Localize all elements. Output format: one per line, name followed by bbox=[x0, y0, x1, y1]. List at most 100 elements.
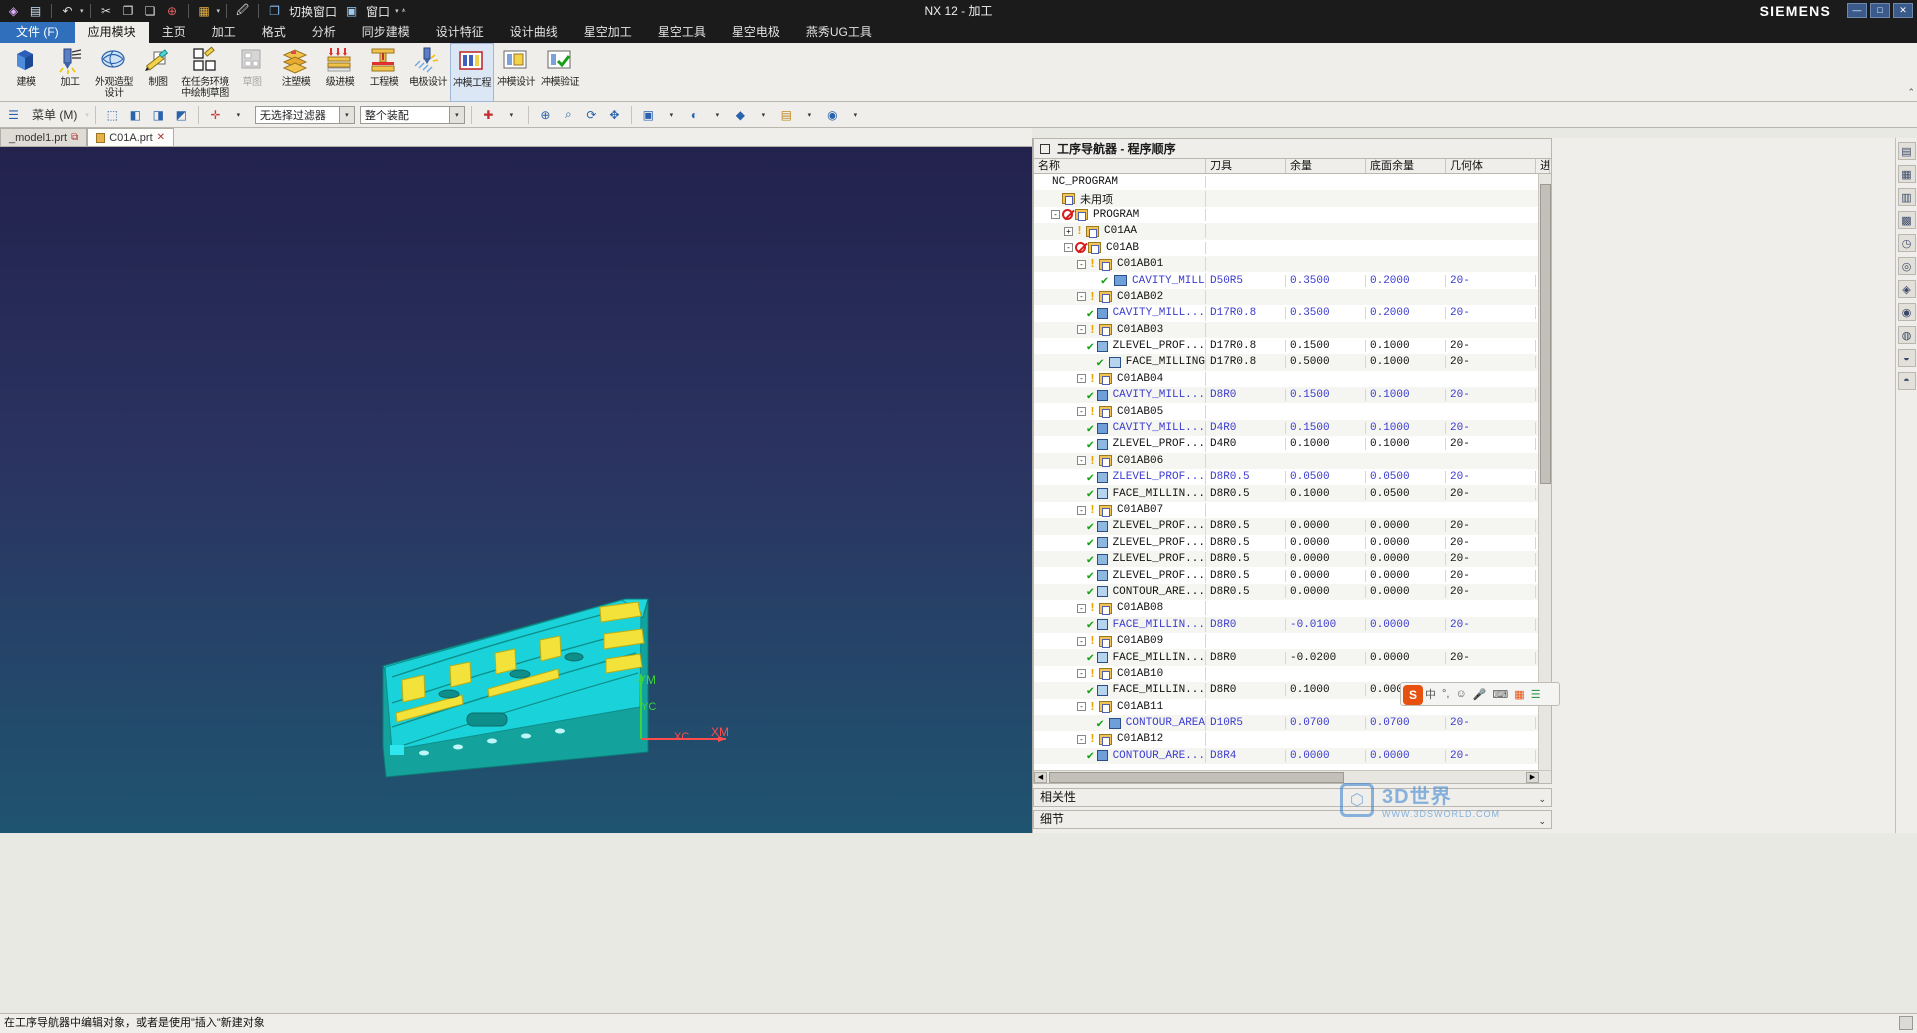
dependencies-chevron-icon[interactable]: ⌄ bbox=[1538, 791, 1546, 808]
tab-format[interactable]: 格式 bbox=[249, 22, 299, 43]
needs-regeneration-icon[interactable]: ! bbox=[1088, 700, 1097, 714]
ribbon-item-drafting[interactable]: 制图 bbox=[136, 43, 180, 102]
tree-row[interactable]: -! C01AB02 bbox=[1034, 288, 1551, 306]
ribbon-item-engineering-die[interactable]: 工程模 bbox=[362, 43, 406, 102]
operation-complete-icon[interactable]: ✔ bbox=[1087, 617, 1095, 632]
tree-row-name-cell[interactable]: +! C01AA bbox=[1034, 224, 1206, 239]
operation-complete-icon[interactable]: ✔ bbox=[1087, 339, 1095, 354]
snap-point-icon[interactable]: ✛ bbox=[205, 104, 226, 125]
needs-regeneration-icon[interactable]: ! bbox=[1075, 224, 1084, 238]
tree-row-name-cell[interactable]: -! C01AB11 bbox=[1034, 699, 1206, 714]
tree-row-name-cell[interactable]: ✔ FACE_MILLING bbox=[1034, 354, 1206, 370]
suppressed-icon[interactable] bbox=[1075, 242, 1086, 254]
tree-row-name-cell[interactable]: ✔ ZLEVEL_PROF... bbox=[1034, 551, 1206, 567]
tab-yanxiu-ug-tools[interactable]: 燕秀UG工具 bbox=[793, 22, 885, 43]
tab-design-feature[interactable]: 设计特征 bbox=[423, 22, 497, 43]
tree-row-name-cell[interactable]: -! C01AB01 bbox=[1034, 257, 1206, 272]
selection-filter-caret-icon[interactable]: ▾ bbox=[338, 106, 354, 123]
collapse-node-icon[interactable]: - bbox=[1077, 636, 1086, 646]
tree-row-name-cell[interactable]: ✔ ZLEVEL_PROF... bbox=[1034, 338, 1206, 354]
collapse-node-icon[interactable]: - bbox=[1077, 702, 1086, 712]
tree-row[interactable]: -! C01AB06 bbox=[1034, 452, 1551, 470]
switch-window-icon[interactable]: ❐ bbox=[265, 2, 284, 20]
tree-row[interactable]: ✔ CONTOUR_AREA D10R5 0.0700 0.0700 20- bbox=[1034, 714, 1551, 732]
assembly-scope-combo[interactable]: 整个装配 ▾ bbox=[359, 105, 465, 124]
tree-hscroll-thumb[interactable] bbox=[1049, 771, 1344, 783]
part-navigator-icon[interactable]: ▦ bbox=[1897, 165, 1916, 183]
menu-caret-icon[interactable]: ▾ bbox=[85, 111, 89, 119]
tree-row[interactable]: -! C01AB01 bbox=[1034, 255, 1551, 273]
rotate-icon[interactable]: ⟳ bbox=[581, 104, 602, 125]
paste-icon[interactable]: ❏ bbox=[141, 2, 160, 20]
ribbon-collapse-icon[interactable]: ⌃ bbox=[1907, 87, 1915, 98]
tree-column-headers[interactable]: 名称 刀具 余量 底面余量 几何体 进 bbox=[1034, 159, 1551, 174]
select-body-icon[interactable]: ◩ bbox=[171, 104, 192, 125]
operation-complete-icon[interactable]: ✔ bbox=[1087, 683, 1095, 698]
tree-row[interactable]: ✔ FACE_MILLIN... D8R0 -0.0200 0.0000 20- bbox=[1034, 649, 1551, 666]
command-toolbar[interactable]: ☰ 菜单 (M) ▾ ⬚ ◧ ◨ ◩ ✛ ▾ 无选择过滤器 ▾ 整个装配 ▾ ✚… bbox=[0, 102, 1917, 128]
tab-application-modules[interactable]: 应用模块 bbox=[74, 22, 149, 43]
operation-complete-icon[interactable]: ✔ bbox=[1087, 421, 1095, 436]
tree-row[interactable]: ✔ FACE_MILLING D17R0.8 0.5000 0.1000 20- bbox=[1034, 354, 1551, 371]
select-filter-icon[interactable]: ⬚ bbox=[102, 104, 123, 125]
hscroll-left-arrow-icon[interactable]: ◀ bbox=[1034, 771, 1047, 783]
tree-row[interactable]: ✔ ZLEVEL_PROF... D8R0.5 0.0500 0.0500 20- bbox=[1034, 469, 1551, 485]
shading-icon[interactable]: ◐ bbox=[684, 104, 705, 125]
collapse-node-icon[interactable]: - bbox=[1077, 407, 1086, 417]
window-caret-icon[interactable]: ▾ bbox=[395, 7, 399, 15]
close-button[interactable]: ✕ bbox=[1893, 3, 1913, 18]
tree-row-name-cell[interactable]: ✔ CAVITY_MILL bbox=[1034, 273, 1206, 289]
needs-regeneration-icon[interactable]: ! bbox=[1088, 667, 1097, 681]
operation-complete-icon[interactable]: ✔ bbox=[1087, 568, 1095, 583]
tab-design-curve[interactable]: 设计曲线 bbox=[497, 22, 571, 43]
operation-complete-icon[interactable]: ✔ bbox=[1087, 388, 1095, 403]
tree-row-name-cell[interactable]: ✔ ZLEVEL_PROF... bbox=[1034, 518, 1206, 534]
tree-row-name-cell[interactable]: NC_PROGRAM bbox=[1034, 176, 1206, 189]
zoom-icon[interactable]: ⌕ bbox=[558, 104, 579, 125]
tree-row[interactable]: -! C01AB08 bbox=[1034, 600, 1551, 616]
tab-xingkong-electrode[interactable]: 星空电极 bbox=[719, 22, 793, 43]
tree-row[interactable]: -! C01AB09 bbox=[1034, 633, 1551, 649]
needs-regeneration-icon[interactable]: ! bbox=[1088, 405, 1097, 419]
maximize-button[interactable]: □ bbox=[1870, 3, 1890, 18]
tree-row-name-cell[interactable]: ✔ CONTOUR_ARE... bbox=[1034, 748, 1206, 764]
system-materials-icon[interactable]: ◍ bbox=[1897, 326, 1916, 344]
layer-icon[interactable]: ▤ bbox=[776, 104, 797, 125]
window-icon[interactable]: ▣ bbox=[342, 2, 361, 20]
tree-row-name-cell[interactable]: -! C01AB06 bbox=[1034, 453, 1206, 468]
collapse-node-icon[interactable]: - bbox=[1077, 292, 1086, 302]
column-header-tool[interactable]: 刀具 bbox=[1206, 159, 1286, 173]
ribbon-item-electrode-design[interactable]: 电极设计 bbox=[406, 43, 450, 102]
operation-complete-icon[interactable]: ✔ bbox=[1101, 273, 1112, 288]
document-tab-bar[interactable]: _model1.prt ⧉ C01A.prt ✕ bbox=[0, 128, 1032, 147]
tree-row-name-cell[interactable]: ✔ FACE_MILLIN... bbox=[1034, 486, 1206, 502]
ribbon-item-machining[interactable]: 加工 bbox=[48, 43, 92, 102]
collapse-node-icon[interactable]: - bbox=[1077, 325, 1086, 335]
tree-row-name-cell[interactable]: -! C01AB08 bbox=[1034, 601, 1206, 616]
operation-complete-icon[interactable]: ✔ bbox=[1087, 470, 1095, 485]
window-label[interactable]: 窗口 bbox=[364, 3, 392, 20]
tree-row[interactable]: ✔ CAVITY_MILL... D17R0.8 0.3500 0.2000 20- bbox=[1034, 305, 1551, 321]
tree-row[interactable]: ✔ ZLEVEL_PROF... D17R0.8 0.1500 0.1000 20- bbox=[1034, 338, 1551, 354]
tree-row[interactable]: ✔ CAVITY_MILL... D8R0 0.1500 0.1000 20- bbox=[1034, 387, 1551, 404]
collapse-node-icon[interactable]: - bbox=[1051, 210, 1060, 220]
menu-icon[interactable]: ☰ bbox=[3, 104, 24, 125]
tree-row[interactable]: ✔ CONTOUR_ARE... D8R0.5 0.0000 0.0000 20- bbox=[1034, 583, 1551, 601]
qat-overflow-caret-icon[interactable]: ⩚ bbox=[402, 7, 406, 15]
selection-filter-combo[interactable]: 无选择过滤器 ▾ bbox=[254, 105, 355, 124]
ime-punctuation-icon[interactable]: °, bbox=[1442, 688, 1449, 700]
needs-regeneration-icon[interactable]: ! bbox=[1088, 454, 1097, 468]
operation-complete-icon[interactable]: ✔ bbox=[1087, 584, 1095, 599]
ribbon-item-shape-studio[interactable]: 外观造型设计 bbox=[92, 43, 136, 102]
tree-row[interactable]: ✔ FACE_MILLIN... D8R0.5 0.1000 0.0500 20- bbox=[1034, 485, 1551, 502]
system-scene-icon[interactable]: ◒ bbox=[1897, 349, 1916, 367]
collapse-node-icon[interactable]: - bbox=[1077, 669, 1086, 679]
tree-row-name-cell[interactable]: ✔ CAVITY_MILL... bbox=[1034, 387, 1206, 403]
details-chevron-icon[interactable]: ⌄ bbox=[1538, 813, 1546, 830]
suppressed-icon[interactable] bbox=[1062, 209, 1073, 221]
tree-row[interactable]: 未用项 bbox=[1034, 190, 1551, 207]
needs-regeneration-icon[interactable]: ! bbox=[1088, 634, 1097, 648]
menu-button[interactable]: 菜单 (M) bbox=[26, 104, 83, 125]
column-header-feed[interactable]: 进 bbox=[1536, 159, 1550, 173]
ribbon-item-sketch-task-env[interactable]: 在任务环境中绘制草图 bbox=[180, 43, 230, 102]
